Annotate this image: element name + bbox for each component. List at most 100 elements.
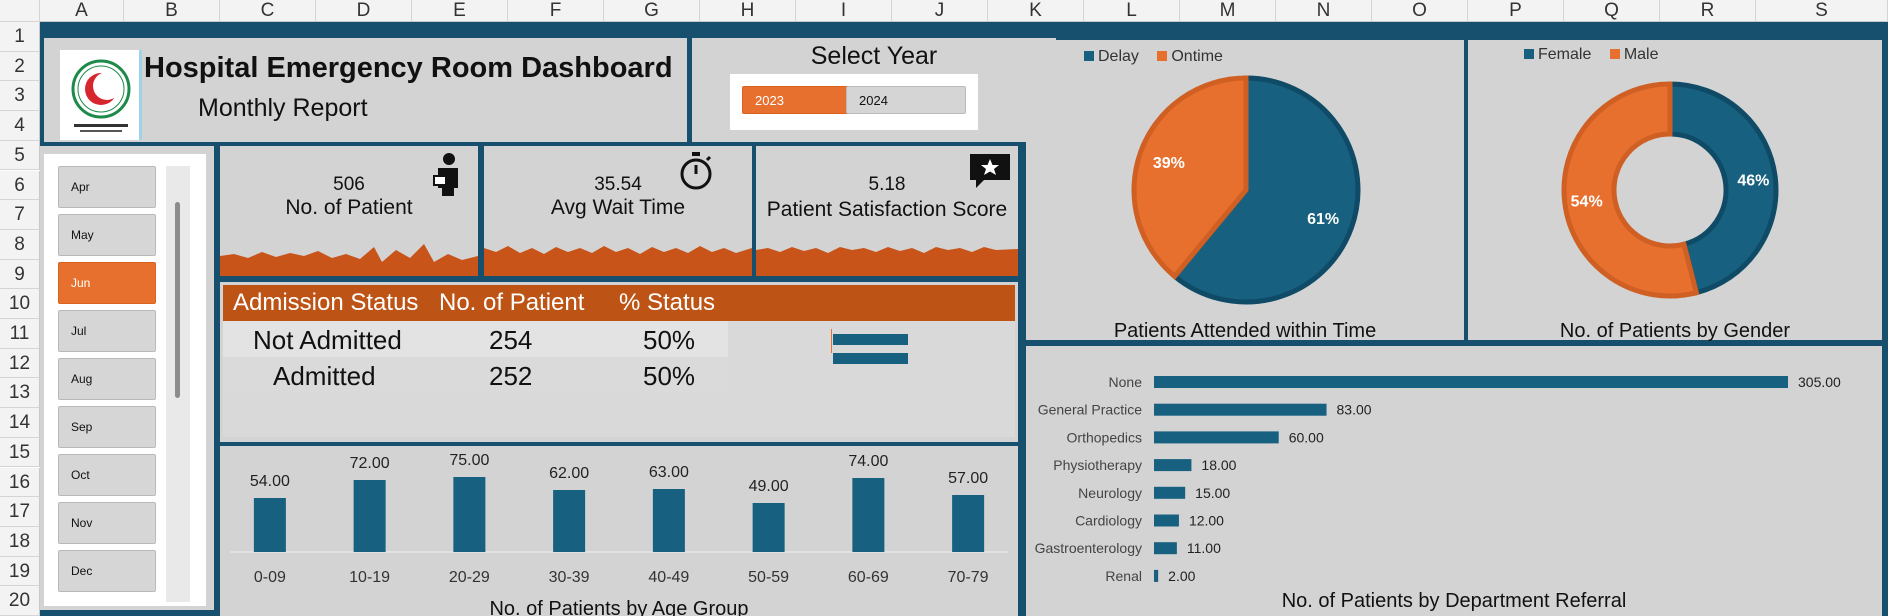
year-slicer: 2023 2024 — [730, 74, 978, 130]
admission-row-status: Not Admitted — [253, 325, 402, 355]
column-header[interactable]: J — [892, 0, 988, 22]
attended-pie-title: Patients Attended within Time — [1113, 320, 1377, 342]
row-header[interactable]: 12 — [0, 348, 40, 379]
column-header[interactable]: P — [1468, 0, 1564, 22]
month-button-nov[interactable]: Nov — [58, 502, 156, 544]
department-bar[interactable] — [1154, 431, 1279, 444]
select-all-corner[interactable] — [0, 0, 40, 22]
column-header[interactable]: O — [1372, 0, 1468, 22]
column-header[interactable]: S — [1756, 0, 1888, 22]
row-header[interactable]: 20 — [0, 586, 40, 616]
month-button-may[interactable]: May — [58, 214, 156, 256]
age-bar[interactable] — [453, 477, 486, 552]
column-header[interactable]: B — [124, 0, 220, 22]
column-header[interactable]: M — [1180, 0, 1276, 22]
age-bar[interactable] — [652, 489, 685, 552]
month-button-jul[interactable]: Jul — [58, 310, 156, 352]
row-header[interactable]: 16 — [0, 467, 40, 498]
year-2024-button[interactable]: 2024 — [846, 86, 966, 114]
stopwatch-icon — [678, 152, 714, 195]
month-slicer: Apr May Jun Jul Aug Sep Oct Nov Dec — [44, 154, 206, 606]
row-header[interactable]: 17 — [0, 497, 40, 527]
column-header[interactable]: K — [988, 0, 1084, 22]
department-bar[interactable] — [1154, 403, 1327, 416]
kpi-patients-tile: 506 No. of Patient — [220, 146, 478, 276]
row-header[interactable]: 5 — [0, 140, 40, 171]
column-header[interactable]: C — [220, 0, 316, 22]
patient-icon — [432, 152, 464, 201]
month-button-apr[interactable]: Apr — [58, 166, 156, 208]
gender-donut-title: No. of Patients by Gender — [1559, 320, 1791, 342]
age-group-chart: 54.00 0-09 72.00 10-19 75.00 20-29 62.00 30-39 6… — [230, 452, 1008, 586]
age-bar[interactable] — [353, 480, 386, 552]
page-title: Hospital Emergency Room Dashboard — [144, 52, 673, 84]
age-bar-label: 62.00 — [549, 465, 589, 482]
age-bar[interactable] — [253, 498, 286, 552]
row-header[interactable]: 4 — [0, 111, 40, 141]
month-button-aug[interactable]: Aug — [58, 358, 156, 400]
age-group-chart-title: No. of Patients by Age Group — [489, 598, 749, 616]
year-2023-button[interactable]: 2023 — [742, 86, 862, 114]
department-value-label: 83.00 — [1337, 402, 1372, 418]
column-header[interactable]: R — [1660, 0, 1756, 22]
kpi-satisfaction-label: Patient Satisfaction Score — [766, 198, 1008, 221]
column-header[interactable]: E — [412, 0, 508, 22]
admission-row-pct: 50% — [643, 361, 696, 391]
row-header[interactable]: 13 — [0, 378, 40, 409]
column-header[interactable]: H — [700, 0, 796, 22]
column-header[interactable]: D — [316, 0, 412, 22]
age-bar[interactable] — [752, 503, 785, 552]
column-header[interactable]: N — [1276, 0, 1372, 22]
department-bar[interactable] — [1154, 569, 1159, 582]
department-bar[interactable] — [1154, 486, 1186, 499]
column-header[interactable]: A — [40, 0, 124, 22]
month-button-sep[interactable]: Sep — [58, 406, 156, 448]
age-bar[interactable] — [852, 478, 885, 552]
row-header[interactable]: 10 — [0, 289, 40, 319]
row-header[interactable]: 8 — [0, 229, 40, 260]
department-label: Gastroenterology — [1035, 540, 1142, 556]
age-bar[interactable] — [952, 495, 985, 552]
row-header[interactable]: 14 — [0, 408, 40, 438]
department-value-label: 11.00 — [1187, 540, 1221, 556]
column-header[interactable]: G — [604, 0, 700, 22]
row-header[interactable]: 18 — [0, 526, 40, 557]
column-header[interactable]: L — [1084, 0, 1180, 22]
department-bar[interactable] — [1154, 514, 1179, 527]
department-bar[interactable] — [1154, 542, 1177, 555]
month-button-jun[interactable]: Jun — [58, 262, 156, 304]
slicer-scrollbar[interactable] — [166, 166, 190, 602]
dashboard-background: Hospital Emergency Room Dashboard Monthl… — [40, 22, 1888, 616]
month-button-dec[interactable]: Dec — [58, 550, 156, 592]
department-label: Physiotherapy — [1053, 457, 1142, 473]
month-button-oct[interactable]: Oct — [58, 454, 156, 496]
pie-slice-label: 61% — [1307, 211, 1339, 228]
row-header[interactable]: 19 — [0, 556, 40, 587]
pie-slice-label: 39% — [1153, 155, 1185, 172]
age-bar[interactable] — [553, 490, 586, 552]
row-header[interactable]: 1 — [0, 22, 40, 52]
star-chat-icon — [968, 152, 1012, 195]
department-bar[interactable] — [1154, 376, 1788, 388]
admission-row-pct: 50% — [643, 325, 696, 355]
row-header[interactable]: 2 — [0, 51, 40, 82]
row-header[interactable]: 15 — [0, 437, 40, 468]
department-label: Cardiology — [1075, 513, 1142, 529]
admission-table-header: Admission Status No. of Patient % Status — [223, 285, 1015, 321]
scrollbar-thumb[interactable] — [175, 202, 180, 398]
department-bar[interactable] — [1154, 459, 1192, 472]
row-header[interactable]: 11 — [0, 319, 40, 349]
age-bar-label: 74.00 — [848, 453, 888, 470]
title-panel: Hospital Emergency Room Dashboard Monthl… — [44, 38, 687, 142]
column-header[interactable]: Q — [1564, 0, 1660, 22]
age-axis-label: 40-49 — [648, 569, 689, 586]
row-header[interactable]: 9 — [0, 259, 40, 290]
row-header[interactable]: 3 — [0, 81, 40, 112]
column-header[interactable]: F — [508, 0, 604, 22]
column-header[interactable]: I — [796, 0, 892, 22]
department-value-label: 305.00 — [1798, 374, 1841, 390]
row-header[interactable]: 6 — [0, 170, 40, 201]
admission-row-count: 252 — [489, 361, 533, 391]
row-header[interactable]: 7 — [0, 200, 40, 230]
admission-row-count: 254 — [489, 325, 533, 355]
